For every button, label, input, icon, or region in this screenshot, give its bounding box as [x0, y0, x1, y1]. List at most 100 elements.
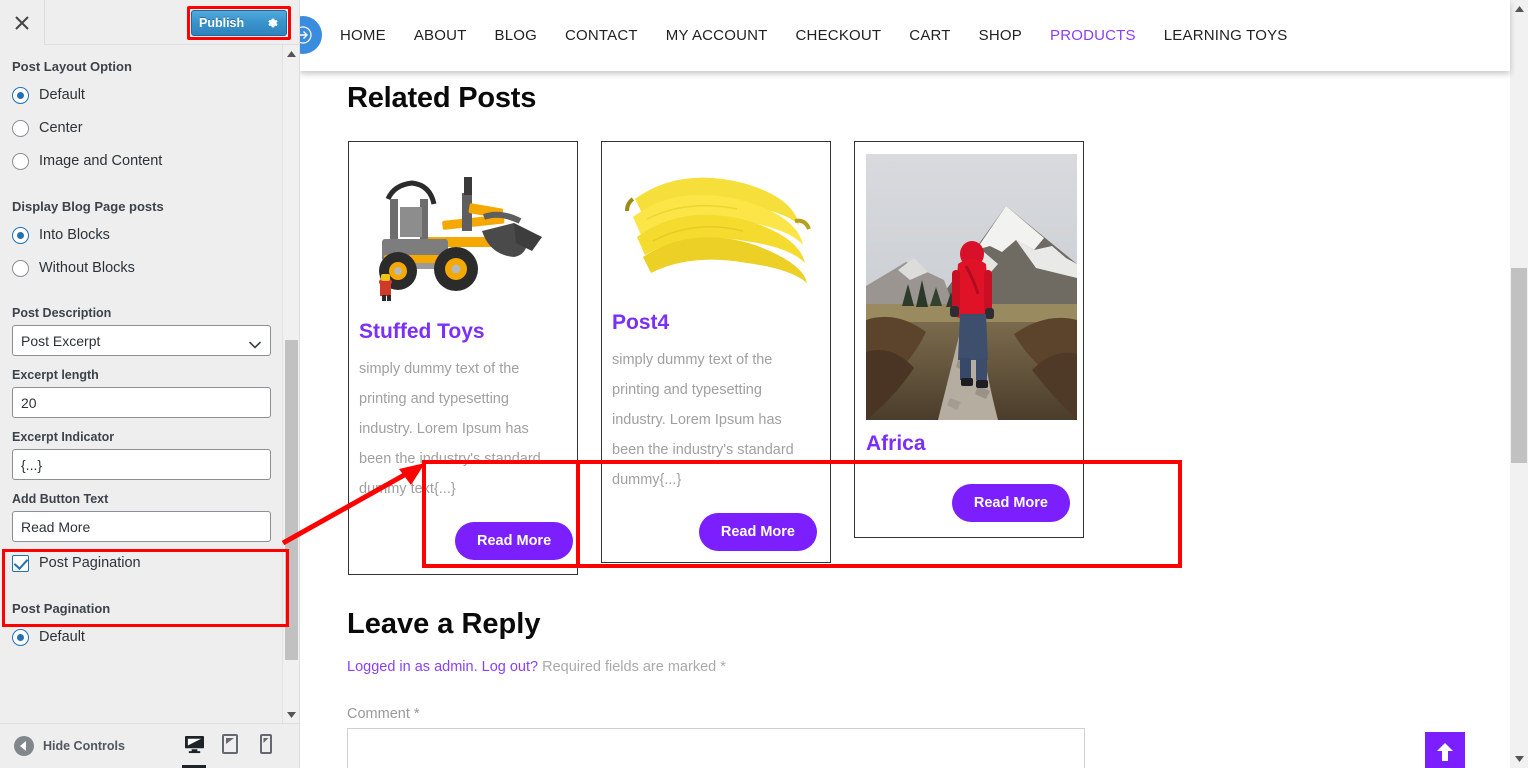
radio-post-layout-image-and-content[interactable]: Image and Content [12, 148, 271, 174]
nav-item-home[interactable]: HOME [326, 27, 400, 44]
post-description-select[interactable]: Post Excerpt [12, 325, 271, 356]
radio-label: Into Blocks [39, 227, 110, 243]
related-posts-heading: Related Posts [347, 82, 537, 114]
radio-display-without-blocks[interactable]: Without Blocks [12, 255, 271, 281]
radio-label: Default [39, 87, 85, 103]
excerpt-indicator-label: Excerpt Indicator [12, 430, 115, 444]
browser-scrollbar[interactable] [1510, 0, 1528, 768]
post-description-label: Post Description [12, 306, 112, 320]
main-navigation: HOME ABOUT BLOG CONTACT MY ACCOUNT CHECK… [326, 27, 1302, 44]
post-card-excerpt: simply dummy text of the printing and ty… [359, 361, 541, 497]
checkbox-post-pagination[interactable]: Post Pagination [12, 550, 271, 576]
desktop-icon [184, 735, 205, 759]
post-card-africa[interactable]: Africa Read More [854, 141, 1084, 538]
site-header: HOME ABOUT BLOG CONTACT MY ACCOUNT CHECK… [300, 0, 1510, 71]
comment-textarea[interactable] [347, 728, 1085, 768]
nav-item-contact[interactable]: CONTACT [551, 27, 652, 44]
scroll-down-icon[interactable] [283, 706, 299, 723]
post-thumbnail[interactable] [866, 154, 1077, 420]
post-card-title[interactable]: Africa [866, 432, 926, 456]
display-blog-page-posts-title: Display Blog Page posts [12, 199, 164, 214]
radio-indicator [12, 628, 29, 646]
customizer-footer: Hide Controls [0, 723, 299, 768]
radio-post-pagination-default[interactable]: Default [12, 624, 271, 650]
radio-post-layout-center[interactable]: Center [12, 115, 271, 141]
device-mobile-button[interactable] [248, 724, 284, 768]
nav-item-shop[interactable]: SHOP [965, 27, 1036, 44]
nav-item-learning-toys[interactable]: LEARNING TOYS [1150, 27, 1302, 44]
radio-label: Center [39, 120, 83, 136]
customizer-panel: Publish Post Layout Option Default Cente… [0, 0, 300, 768]
scroll-up-icon[interactable] [283, 45, 299, 62]
radio-label: Without Blocks [39, 260, 135, 276]
device-tablet-button[interactable] [212, 724, 248, 768]
hiker-mountain-photo [866, 154, 1077, 420]
device-desktop-button[interactable] [176, 724, 212, 768]
customizer-controls-scroll-area: Post Layout Option Default Center Image … [0, 45, 299, 723]
browser-scroll-down-icon[interactable] [1510, 750, 1528, 768]
read-more-button[interactable]: Read More [698, 513, 817, 551]
publish-button[interactable]: Publish [191, 10, 287, 36]
radio-label: Image and Content [39, 153, 163, 169]
scroll-to-top-button[interactable] [1425, 732, 1465, 768]
post-thumbnail[interactable] [364, 159, 564, 304]
radio-post-layout-default[interactable]: Default [12, 82, 271, 108]
nav-item-about[interactable]: ABOUT [400, 27, 481, 44]
nav-item-checkout[interactable]: CHECKOUT [782, 27, 896, 44]
comment-form-meta: Logged in as admin. Log out? Required fi… [347, 659, 726, 675]
browser-scrollbar-thumb[interactable] [1511, 268, 1527, 463]
nav-item-cart[interactable]: CART [895, 27, 964, 44]
leave-a-reply-heading: Leave a Reply [347, 608, 541, 640]
excerpt-length-input[interactable] [12, 387, 271, 418]
site-preview: HOME ABOUT BLOG CONTACT MY ACCOUNT CHECK… [300, 0, 1528, 768]
logged-in-as-link[interactable]: Logged in as admin. [347, 659, 478, 675]
log-out-link[interactable]: Log out? [482, 659, 538, 675]
post-card-stuffed-toys[interactable]: Stuffed Toys simply dummy text of the pr… [348, 141, 578, 575]
read-more-button[interactable]: Read More [951, 484, 1070, 522]
excerpt-length-label: Excerpt length [12, 368, 99, 382]
publish-button-wrapper: Publish [187, 6, 291, 40]
post-layout-option-title: Post Layout Option [12, 59, 132, 74]
publish-button-label: Publish [199, 16, 245, 30]
radio-label: Default [39, 629, 85, 645]
comment-field-label: Comment * [347, 706, 420, 722]
site-logo-icon[interactable] [300, 16, 322, 54]
collapse-arrow-icon [14, 736, 34, 756]
close-icon[interactable] [0, 0, 45, 45]
nav-item-my-account[interactable]: MY ACCOUNT [652, 27, 782, 44]
bananas-photo [617, 159, 817, 304]
mobile-icon [260, 734, 272, 759]
post-card-excerpt: simply dummy text of the printing and ty… [612, 352, 794, 488]
hide-controls-label: Hide Controls [43, 739, 125, 753]
post-card-title[interactable]: Stuffed Toys [359, 320, 485, 344]
customizer-scrollbar-thumb[interactable] [285, 340, 298, 660]
checkbox-indicator [12, 554, 29, 572]
preview-content: Related Posts Stuffed Toys simply dummy … [300, 71, 1528, 768]
post-card-post4[interactable]: Post4 simply dummy text of the printing … [601, 141, 831, 563]
radio-display-into-blocks[interactable]: Into Blocks [12, 222, 271, 248]
nav-item-products[interactable]: PRODUCTS [1036, 27, 1150, 44]
nav-item-blog[interactable]: BLOG [481, 27, 551, 44]
browser-scroll-up-icon[interactable] [1510, 0, 1528, 18]
read-more-button[interactable]: Read More [455, 522, 574, 560]
add-button-text-label: Add Button Text [12, 492, 109, 506]
radio-indicator [12, 259, 29, 277]
customizer-header: Publish [0, 0, 299, 45]
arrow-up-icon [1436, 741, 1454, 768]
checkbox-label: Post Pagination [39, 555, 141, 571]
radio-indicator [12, 226, 29, 244]
hide-controls-button[interactable]: Hide Controls [14, 736, 125, 756]
required-fields-note: Required fields are marked * [542, 659, 726, 675]
post-pagination-group-title: Post Pagination [12, 601, 111, 616]
gear-icon[interactable] [267, 17, 279, 29]
lego-excavator-photo [364, 159, 564, 304]
radio-indicator [12, 86, 29, 104]
excerpt-indicator-input[interactable] [12, 449, 271, 480]
post-thumbnail[interactable] [617, 159, 817, 304]
radio-indicator [12, 152, 29, 170]
tablet-icon [222, 734, 238, 759]
post-card-title[interactable]: Post4 [612, 311, 669, 335]
customizer-scrollbar[interactable] [282, 45, 299, 723]
add-button-text-input[interactable] [12, 511, 271, 542]
radio-indicator [12, 119, 29, 137]
